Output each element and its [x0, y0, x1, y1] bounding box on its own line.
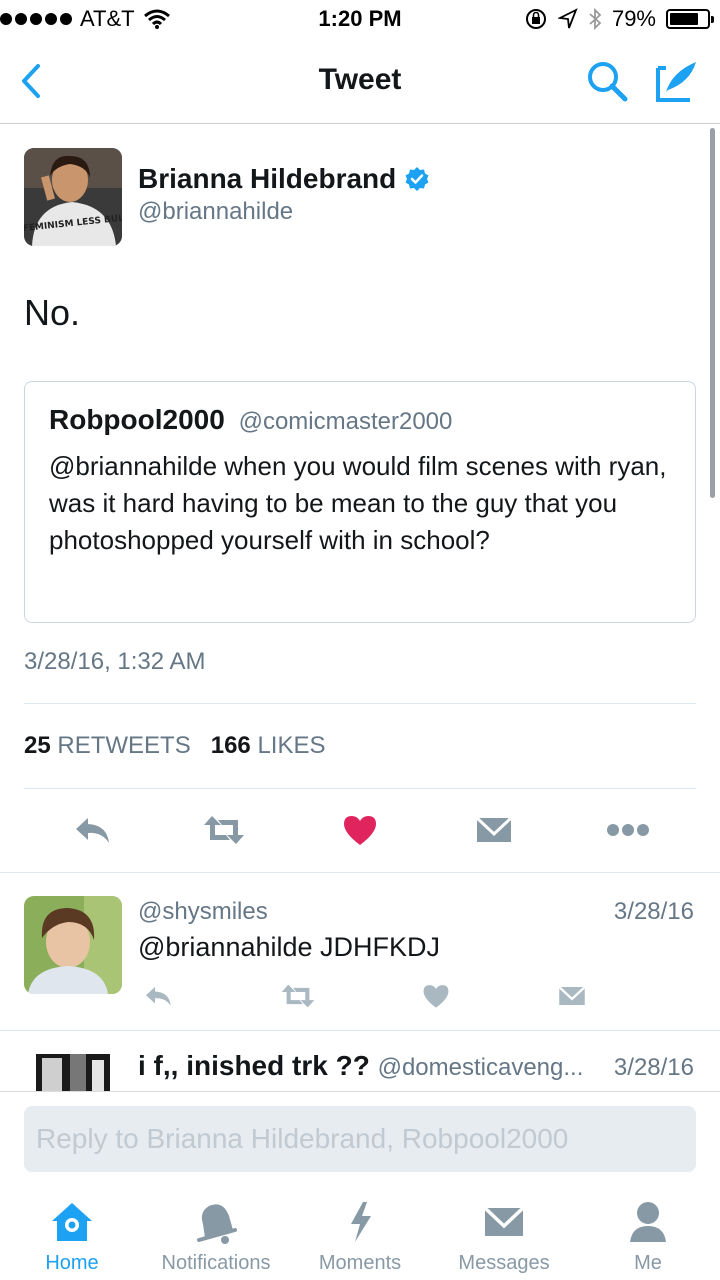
avatar-photo [24, 896, 122, 994]
retweet-button[interactable] [276, 976, 320, 1016]
divider [24, 788, 696, 789]
heart-icon [344, 816, 376, 845]
person-icon [624, 1198, 672, 1246]
navigation-bar: Tweet [0, 40, 720, 124]
author-handle[interactable]: @briannahilde [138, 198, 293, 226]
avatar-photo [36, 1054, 110, 1092]
envelope-icon [475, 816, 513, 842]
like-label: LIKES [257, 732, 326, 759]
reply-date: 3/28/16 [613, 898, 694, 925]
reply-handle[interactable]: @shysmiles [138, 898, 268, 926]
tab-moments[interactable]: Moments [310, 1192, 410, 1280]
envelope-icon [480, 1198, 528, 1246]
reply-header[interactable]: i f,, inished trk ?? @domesticaveng... [138, 1050, 583, 1082]
reply-button[interactable] [136, 976, 180, 1016]
lightning-icon [336, 1198, 384, 1246]
author-avatar[interactable]: MORE FEMINISM LESS BULLSHIT [24, 148, 122, 246]
retweet-icon [281, 984, 315, 1008]
battery-icon [666, 9, 714, 29]
like-button[interactable] [338, 810, 382, 850]
author-name[interactable]: Brianna Hildebrand [138, 163, 396, 195]
reply-input[interactable] [24, 1106, 696, 1172]
reply-avatar[interactable] [24, 896, 122, 994]
divider [24, 703, 696, 704]
verified-badge-icon [405, 167, 429, 191]
reply-date: 3/28/16 [613, 1054, 694, 1081]
reply-composer [0, 1091, 720, 1191]
tab-label: Notifications [161, 1252, 271, 1274]
direct-message-button[interactable] [550, 976, 594, 1016]
tab-label: Messages [458, 1252, 550, 1274]
reply-author-name: i f,, inished trk ?? [138, 1050, 370, 1081]
tab-me[interactable]: Me [600, 1192, 696, 1280]
tab-messages[interactable]: Messages [446, 1192, 562, 1280]
quoted-tweet-card[interactable]: Robpool2000 @comicmaster2000 @briannahil… [24, 381, 696, 623]
tweet-stats: 25 RETWEETS 166 LIKES [24, 732, 326, 760]
tab-bar: Home Notifications Moments Messages Me [0, 1192, 720, 1280]
reply-avatar[interactable] [36, 1054, 110, 1092]
scrollbar[interactable] [710, 128, 715, 498]
reply-icon [76, 818, 109, 843]
bell-icon [192, 1198, 240, 1246]
divider [0, 872, 720, 873]
tab-label: Home [45, 1252, 99, 1274]
status-bar-right: 79% [524, 6, 714, 32]
tweet-timestamp: 3/28/16, 1:32 AM [24, 648, 206, 675]
likes-stat[interactable]: 166 LIKES [211, 732, 326, 759]
search-icon [588, 62, 628, 102]
retweet-count: 25 [24, 732, 51, 759]
retweet-button[interactable] [202, 810, 246, 850]
bluetooth-icon [589, 7, 602, 31]
like-button[interactable] [414, 976, 458, 1016]
search-button[interactable] [584, 58, 630, 104]
compose-icon [656, 62, 696, 102]
status-bar: AT&T 1:20 PM 79% [0, 0, 720, 40]
heart-icon [423, 985, 449, 1008]
quoted-author-handle: @comicmaster2000 [238, 408, 453, 435]
home-icon [48, 1198, 96, 1246]
tab-label: Me [634, 1252, 662, 1274]
more-dots-icon [607, 824, 649, 836]
author-name-row[interactable]: Brianna Hildebrand [138, 163, 430, 195]
reply-text: @briannahilde JDHFKDJ [138, 932, 441, 962]
location-arrow-icon [557, 8, 578, 29]
tab-home[interactable]: Home [22, 1192, 122, 1280]
tweet-text: No. [24, 292, 81, 333]
tab-label: Moments [318, 1252, 402, 1274]
rotation-lock-icon [525, 9, 546, 29]
retweet-label: RETWEETS [57, 732, 191, 759]
quoted-tweet-text: @briannahilde when you would film scenes… [49, 451, 667, 555]
quoted-author-name: Robpool2000 [49, 404, 225, 435]
reply-button[interactable] [70, 810, 114, 850]
retweet-icon [204, 816, 244, 844]
reply-icon [146, 987, 171, 1006]
compose-button[interactable] [654, 58, 700, 104]
quoted-tweet-header: Robpool2000 @comicmaster2000 [49, 404, 452, 436]
envelope-icon [558, 986, 586, 1005]
battery-percent: 79% [611, 6, 656, 31]
direct-message-button[interactable] [472, 810, 516, 850]
divider [0, 1030, 720, 1031]
avatar-photo: MORE FEMINISM LESS BULLSHIT [24, 148, 122, 246]
like-count: 166 [210, 732, 251, 759]
tab-notifications[interactable]: Notifications [150, 1192, 282, 1280]
retweets-stat[interactable]: 25 RETWEETS [24, 732, 191, 759]
reply-handle: @domesticaveng... [377, 1054, 584, 1081]
more-options-button[interactable] [606, 810, 650, 850]
